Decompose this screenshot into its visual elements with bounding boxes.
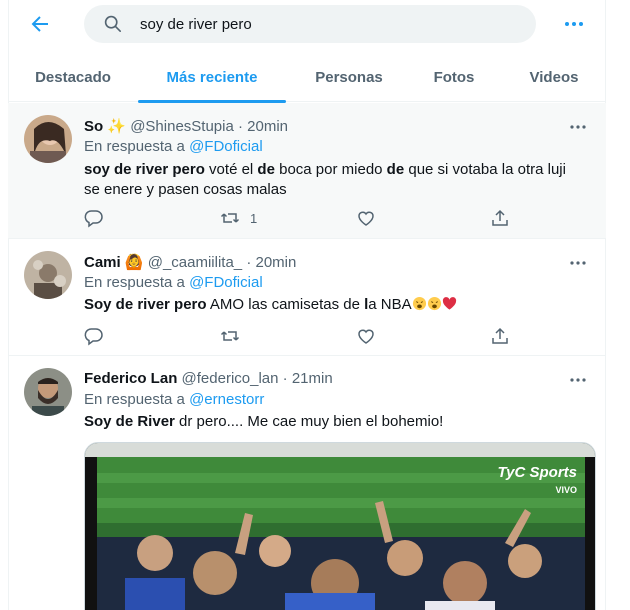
weary-face-emoji-icon	[412, 296, 427, 311]
text-span: AMO las camisetas de	[206, 296, 365, 313]
tab-mas-reciente[interactable]: Más reciente	[138, 53, 286, 103]
retweet-icon[interactable]	[220, 208, 240, 228]
avatar[interactable]	[24, 251, 72, 299]
reply-prefix: En respuesta a	[84, 274, 190, 291]
share-icon[interactable]	[490, 326, 510, 346]
search-input[interactable]: soy de river pero	[140, 16, 252, 33]
retweet-count: 1	[250, 211, 258, 226]
live-label: VIVO	[555, 485, 577, 495]
separator-dot: ·	[238, 118, 243, 135]
display-name[interactable]: Federico Lan	[84, 370, 177, 387]
text-bold: de	[257, 161, 275, 178]
text-span: a NBA	[368, 296, 412, 313]
like-heart-icon[interactable]	[356, 326, 376, 346]
mention-link[interactable]: @ernestorr	[189, 391, 264, 408]
reply-context: En respuesta a @FDoficial	[84, 138, 263, 155]
text-bold: de	[386, 161, 405, 178]
timestamp[interactable]: 20min	[247, 118, 288, 135]
text-span: voté el	[204, 161, 258, 178]
tweet[interactable]: Federico Lan @federico_lan · 21min En re…	[8, 357, 606, 610]
reply-icon[interactable]	[84, 326, 104, 346]
reply-icon[interactable]	[84, 208, 104, 228]
tab-destacado[interactable]: Destacado	[28, 53, 118, 102]
more-options-icon[interactable]	[568, 370, 588, 390]
user-handle[interactable]: @_caamiilita_	[148, 254, 242, 271]
display-name[interactable]: Cami	[84, 254, 121, 271]
text-bold: soy de river pero	[84, 161, 205, 178]
reply-prefix: En respuesta a	[84, 391, 190, 408]
tab-videos[interactable]: Videos	[522, 53, 586, 102]
sparkles-emoji-icon: ✨	[107, 118, 127, 135]
retweet-icon[interactable]	[220, 326, 240, 346]
like-heart-icon[interactable]	[356, 208, 376, 228]
red-heart-emoji-icon	[442, 296, 457, 311]
avatar[interactable]	[24, 368, 72, 416]
tab-label: Destacado	[35, 69, 111, 86]
search-tabs: Destacado Más reciente Personas Fotos Vi…	[8, 53, 606, 103]
tab-personas[interactable]: Personas	[304, 53, 394, 102]
text-span: dr pero.... Me cae muy bien el bohemio!	[174, 413, 444, 430]
tweet-header: Cami 🙆 @_caamiilita_ · 20min	[84, 253, 296, 271]
tweet-text: Soy de River dr pero.... Me cae muy bien…	[84, 412, 584, 432]
tweet-header: So ✨ @ShinesStupia · 20min	[84, 117, 288, 135]
tweet[interactable]: So ✨ @ShinesStupia · 20min En respuesta …	[8, 103, 606, 239]
user-handle[interactable]: @federico_lan	[182, 370, 279, 387]
person-emoji-icon: 🙆	[124, 254, 144, 271]
separator-dot: ·	[246, 254, 252, 271]
share-icon[interactable]	[490, 208, 510, 228]
text-bold: Soy de river pero	[84, 296, 207, 313]
more-options-icon[interactable]	[568, 253, 588, 273]
mention-link[interactable]: @FDoficial	[189, 138, 263, 155]
reply-context: En respuesta a @ernestorr	[84, 391, 264, 408]
tab-label: Personas	[315, 69, 383, 86]
display-name[interactable]: So	[84, 118, 103, 135]
tweet-media-image[interactable]: TyC Sports VIVO	[84, 442, 596, 610]
mention-link[interactable]: @FDoficial	[189, 274, 263, 291]
reply-prefix: En respuesta a	[84, 138, 190, 155]
tweet-header: Federico Lan @federico_lan · 21min	[84, 370, 333, 387]
text-span: boca por miedo	[274, 161, 387, 178]
tab-label: Videos	[529, 69, 579, 86]
tweet[interactable]: Cami 🙆 @_caamiilita_ · 20min En respuest…	[8, 240, 606, 356]
user-handle[interactable]: @ShinesStupia	[130, 118, 234, 135]
reply-context: En respuesta a @FDoficial	[84, 274, 263, 291]
tyc-sports-logo: TyC Sports VIVO	[498, 465, 577, 498]
tab-fotos[interactable]: Fotos	[424, 53, 484, 102]
media-logo-text: TyC Sports	[497, 464, 577, 481]
separator-dot: ·	[282, 370, 288, 387]
back-arrow-icon[interactable]	[28, 12, 52, 36]
more-options-icon[interactable]	[568, 117, 588, 137]
avatar[interactable]	[24, 115, 72, 163]
weary-face-emoji-icon	[427, 296, 442, 311]
timestamp[interactable]: 21min	[292, 370, 333, 387]
tweet-text: Soy de river pero AMO las camisetas de l…	[84, 295, 584, 315]
text-bold: Soy de River	[84, 413, 175, 430]
timestamp[interactable]: 20min	[256, 254, 297, 271]
tab-label: Fotos	[433, 69, 475, 86]
tab-label: Más reciente	[166, 69, 258, 86]
more-options-icon[interactable]	[562, 12, 586, 36]
search-bar[interactable]: soy de river pero	[84, 5, 536, 43]
tweet-text: soy de river pero voté el de boca por mi…	[84, 160, 584, 200]
search-icon	[104, 15, 122, 33]
